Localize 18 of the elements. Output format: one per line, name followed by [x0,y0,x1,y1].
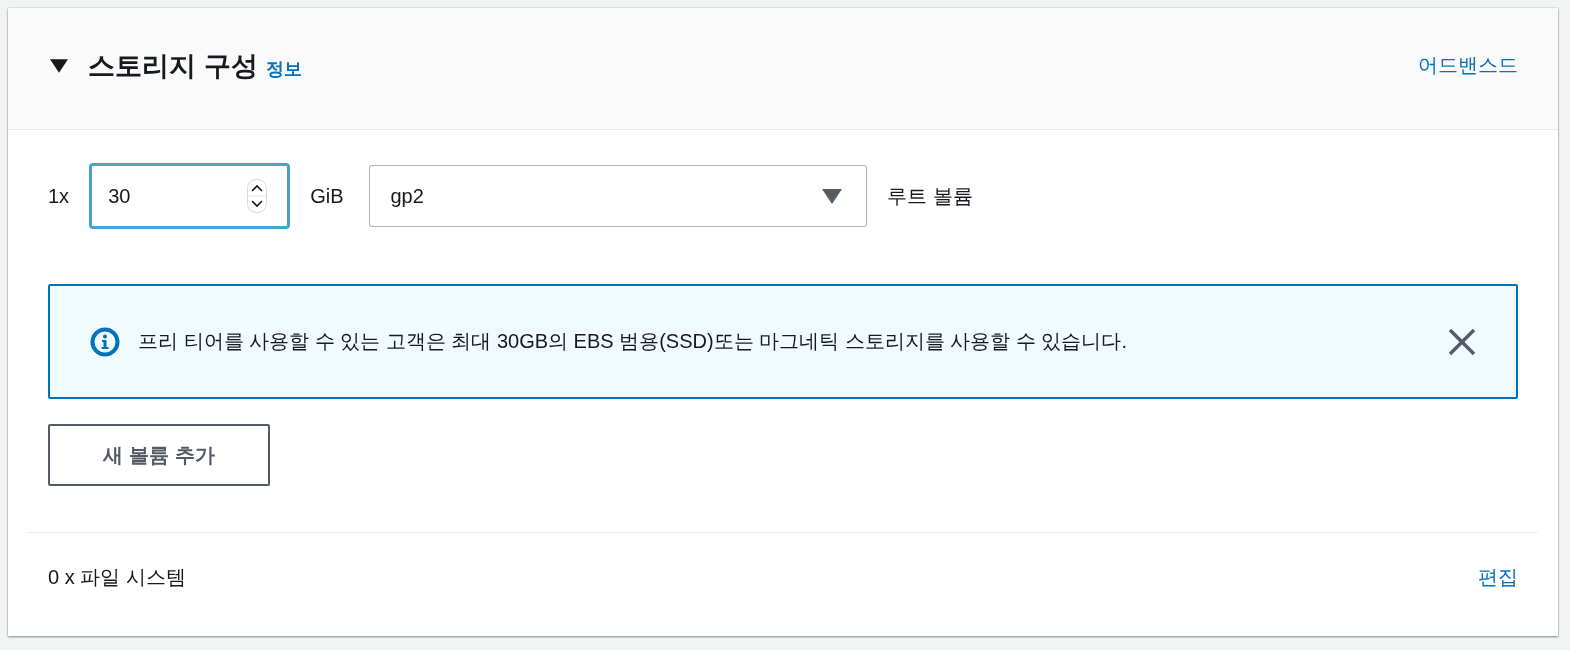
volume-count: 1x [48,184,70,208]
size-unit: GiB [310,184,344,208]
collapse-caret-icon[interactable] [50,58,68,73]
spinner-icon[interactable] [247,179,268,213]
size-input[interactable]: 30 [89,163,291,229]
info-icon [90,326,120,357]
close-button[interactable] [1448,327,1476,356]
section-title: 스토리지 구성 [88,49,258,83]
root-volume-label: 루트 볼륨 [887,183,974,209]
add-volume-button[interactable]: 새 볼륨 추가 [48,424,270,486]
close-icon [1448,327,1476,356]
edit-link[interactable]: 편집 [1478,564,1518,591]
info-link[interactable]: 정보 [265,56,302,81]
file-system-summary: 0 x 파일 시스템 [48,565,186,590]
advanced-link[interactable]: 어드밴스드 [1418,52,1518,79]
caret-icon [822,188,843,204]
alert-message: 프리 티어를 사용할 수 있는 고객은 최대 30GB의 EBS 범용(SSD)또는 마그네틱 스토리지를 사용할 수 있습니다. [138,329,1127,354]
volume-type-select[interactable]: gp2 [369,165,868,227]
